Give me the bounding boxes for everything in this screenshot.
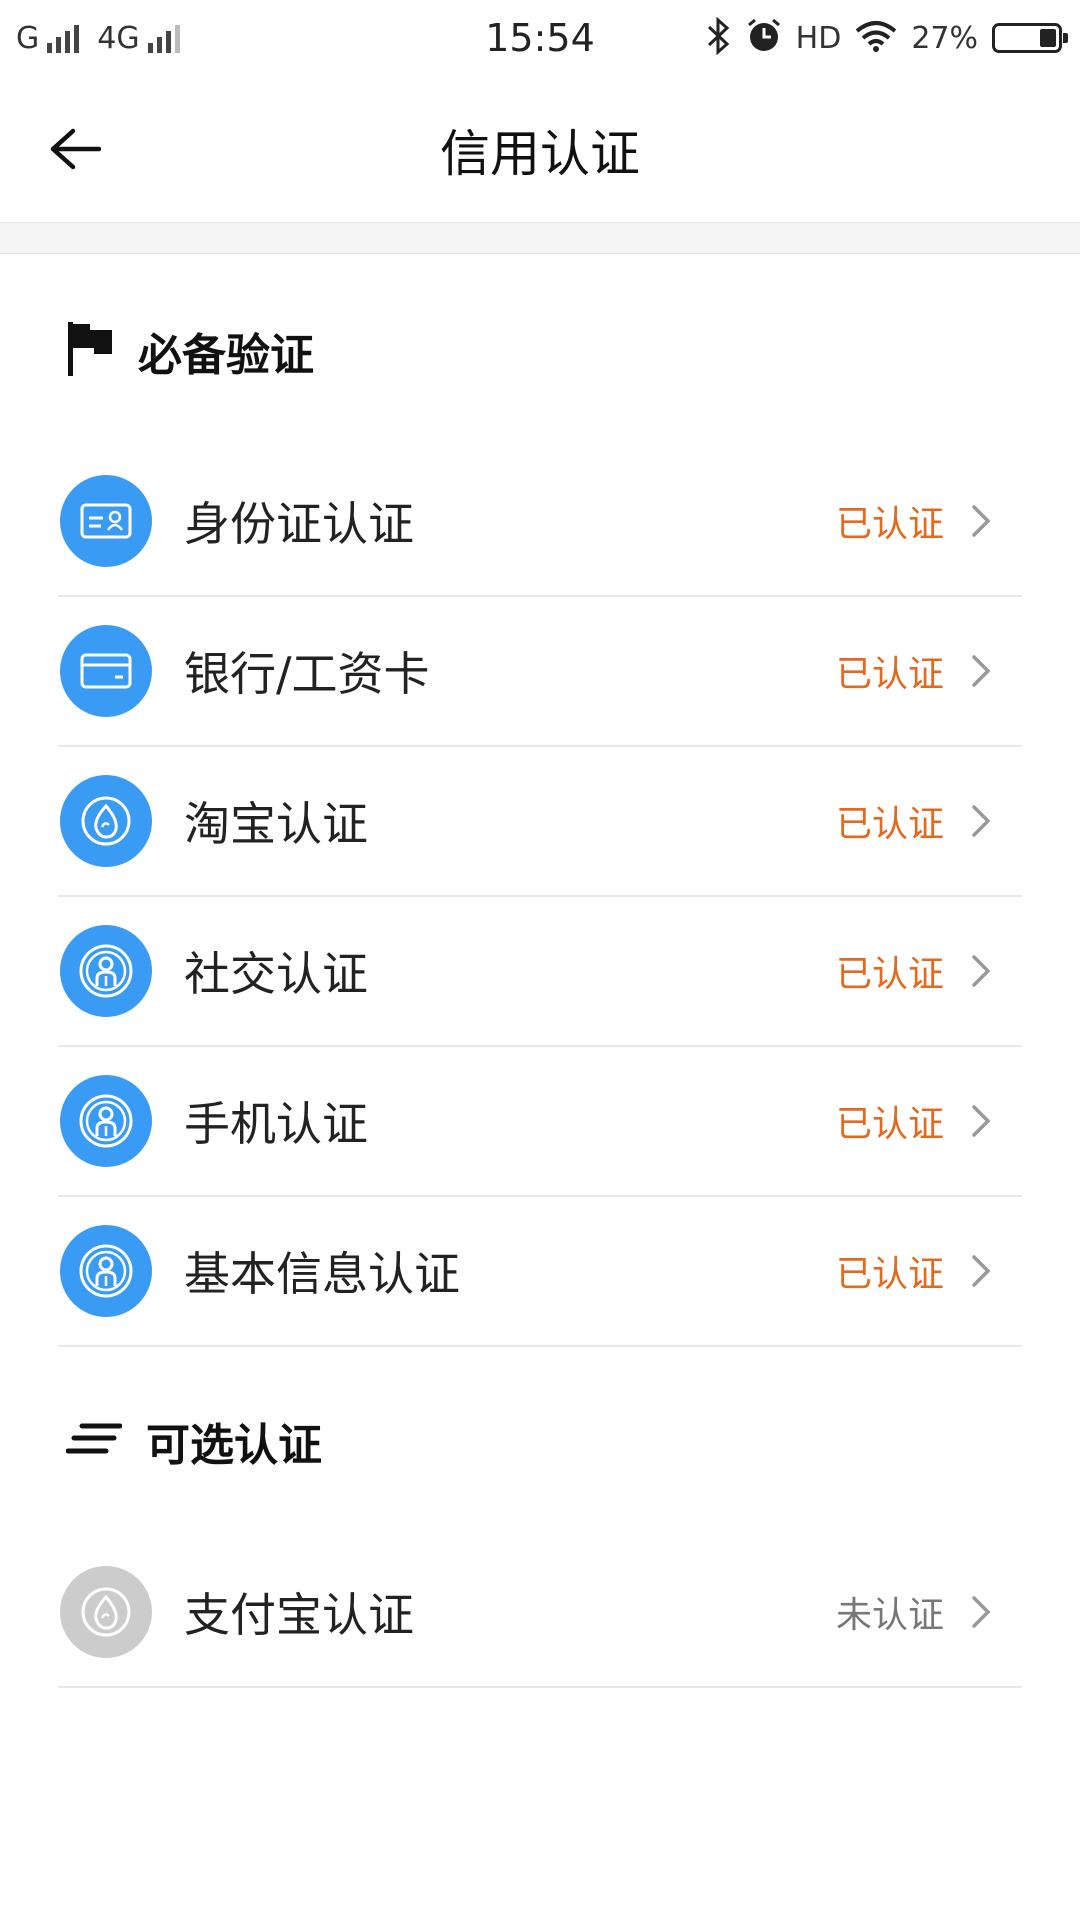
alipay-icon xyxy=(60,1566,152,1658)
status-badge: 已认证 xyxy=(835,654,944,695)
chevron-right-icon xyxy=(966,1592,996,1632)
status-badge: 已认证 xyxy=(835,1104,944,1145)
list-item-alipay[interactable]: 支付宝认证 未认证 xyxy=(58,1538,1022,1688)
chevron-right-icon xyxy=(966,951,996,991)
status-badge: 已认证 xyxy=(835,1254,944,1295)
battery-percent: 27% xyxy=(911,20,978,56)
status-badge: 已认证 xyxy=(835,954,944,995)
bluetooth-icon xyxy=(706,16,732,59)
chevron-right-icon xyxy=(966,651,996,691)
flag-icon xyxy=(66,320,114,382)
required-section-header: 必备验证 xyxy=(66,316,314,386)
list-item-basic-info[interactable]: 基本信息认证 已认证 xyxy=(58,1197,1022,1347)
chevron-right-icon xyxy=(966,1101,996,1141)
item-label: 淘宝认证 xyxy=(184,797,368,851)
alarm-icon xyxy=(746,18,782,58)
required-list: 身份证认证 已认证 银行/工资卡 已认证 淘宝认证 已认证 社交认证 已认证 手… xyxy=(58,447,1022,1347)
item-label: 手机认证 xyxy=(184,1097,368,1151)
item-label: 身份证认证 xyxy=(184,497,414,551)
list-item-phone[interactable]: 手机认证 已认证 xyxy=(58,1047,1022,1197)
optional-list: 支付宝认证 未认证 xyxy=(58,1538,1022,1688)
battery-icon xyxy=(992,23,1068,53)
page-title: 信用认证 xyxy=(440,125,640,183)
person-badge-icon xyxy=(60,1075,152,1167)
nav-bar: 信用认证 xyxy=(0,76,1080,222)
bank-card-icon xyxy=(60,625,152,717)
lines-icon xyxy=(65,1422,123,1460)
section-title: 必备验证 xyxy=(138,330,314,381)
list-item-id-card[interactable]: 身份证认证 已认证 xyxy=(58,447,1022,597)
status-badge: 已认证 xyxy=(835,504,944,545)
person-badge-icon xyxy=(60,925,152,1017)
list-item-taobao[interactable]: 淘宝认证 已认证 xyxy=(58,747,1022,897)
list-item-social[interactable]: 社交认证 已认证 xyxy=(58,897,1022,1047)
id-card-icon xyxy=(60,475,152,567)
hd-indicator: HD xyxy=(795,20,842,56)
header-divider xyxy=(0,222,1080,254)
taobao-icon xyxy=(60,775,152,867)
status-badge: 已认证 xyxy=(835,804,944,845)
chevron-right-icon xyxy=(966,1251,996,1291)
item-label: 社交认证 xyxy=(184,947,368,1001)
person-badge-icon xyxy=(60,1225,152,1317)
optional-section-header: 可选认证 xyxy=(65,1406,322,1476)
system-indicators: HD 27% xyxy=(706,14,1068,62)
chevron-right-icon xyxy=(966,501,996,541)
status-bar: G 4G 15:54 HD 27% xyxy=(0,0,1080,76)
item-label: 支付宝认证 xyxy=(184,1588,414,1642)
status-badge: 未认证 xyxy=(835,1595,944,1636)
wifi-icon xyxy=(855,19,897,57)
section-title: 可选认证 xyxy=(146,1420,322,1471)
item-label: 基本信息认证 xyxy=(184,1247,460,1301)
chevron-right-icon xyxy=(966,801,996,841)
item-label: 银行/工资卡 xyxy=(184,647,430,701)
list-item-bank-card[interactable]: 银行/工资卡 已认证 xyxy=(58,597,1022,747)
